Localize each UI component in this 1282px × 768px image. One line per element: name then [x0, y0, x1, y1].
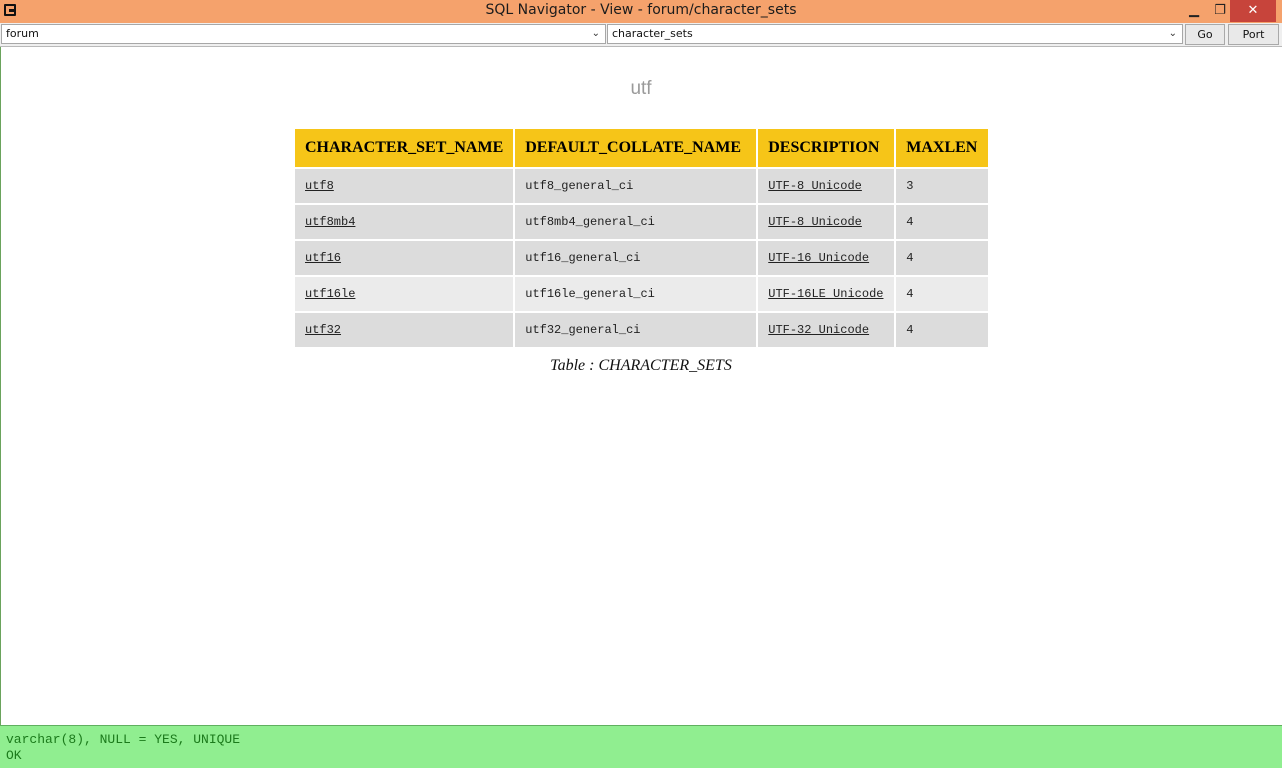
character-set-link[interactable]: utf8mb4 [305, 215, 355, 229]
table-row: utf16 utf16_general_ci UTF-16 Unicode 4 [295, 241, 989, 275]
column-header-character-set-name[interactable]: CHARACTER_SET_NAME [295, 129, 514, 167]
cell-maxlen: 4 [896, 277, 989, 311]
status-column-info: varchar(8), NULL = YES, UNIQUE [6, 732, 241, 747]
table-header-row: CHARACTER_SET_NAME DEFAULT_COLLATE_NAME … [295, 129, 989, 167]
results-table: CHARACTER_SET_NAME DEFAULT_COLLATE_NAME … [293, 127, 990, 349]
character-set-link[interactable]: utf32 [305, 323, 341, 337]
table-row-hovered: utf16le utf16le_general_ci UTF-16LE Unic… [295, 277, 989, 311]
cell-collate: utf16le_general_ci [515, 277, 757, 311]
close-button[interactable]: ✕ [1230, 0, 1276, 22]
table-row: utf32 utf32_general_ci UTF-32 Unicode 4 [295, 313, 989, 347]
cell-name: utf8mb4 [295, 205, 514, 239]
cell-collate: utf8_general_ci [515, 169, 757, 203]
table-row: utf8 utf8_general_ci UTF-8 Unicode 3 [295, 169, 989, 203]
status-panel: varchar(8), NULL = YES, UNIQUE OK [0, 725, 1282, 768]
cell-description: UTF-32 Unicode [758, 313, 895, 347]
cell-name: utf8 [295, 169, 514, 203]
cell-description: UTF-16LE Unicode [758, 277, 895, 311]
character-set-link[interactable]: utf8 [305, 179, 334, 193]
description-link[interactable]: UTF-32 Unicode [768, 323, 869, 337]
cell-maxlen: 4 [896, 313, 989, 347]
search-input[interactable] [541, 76, 741, 102]
cell-collate: utf32_general_ci [515, 313, 757, 347]
database-select[interactable]: forum ⌄ [1, 24, 606, 44]
character-set-link[interactable]: utf16le [305, 287, 355, 301]
table-select-value: character_sets [612, 27, 693, 40]
cell-description: UTF-8 Unicode [758, 205, 895, 239]
cell-description: UTF-8 Unicode [758, 169, 895, 203]
chevron-down-icon: ⌄ [1168, 28, 1177, 39]
column-header-default-collate-name[interactable]: DEFAULT_COLLATE_NAME [515, 129, 757, 167]
description-link[interactable]: UTF-16LE Unicode [768, 287, 883, 301]
go-button[interactable]: Go [1185, 24, 1225, 45]
cell-description: UTF-16 Unicode [758, 241, 895, 275]
cell-maxlen: 4 [896, 241, 989, 275]
cell-collate: utf8mb4_general_ci [515, 205, 757, 239]
status-result: OK [6, 748, 22, 763]
toolbar: forum ⌄ character_sets ⌄ Go Port [0, 23, 1282, 47]
content-border [0, 47, 1, 725]
database-select-value: forum [6, 27, 39, 40]
cell-name: utf16 [295, 241, 514, 275]
port-button[interactable]: Port [1228, 24, 1279, 45]
description-link[interactable]: UTF-8 Unicode [768, 179, 862, 193]
character-set-link[interactable]: utf16 [305, 251, 341, 265]
table-caption: Table : CHARACTER_SETS [550, 357, 732, 374]
cell-maxlen: 4 [896, 205, 989, 239]
chevron-down-icon: ⌄ [591, 28, 600, 39]
table-row: utf8mb4 utf8mb4_general_ci UTF-8 Unicode… [295, 205, 989, 239]
description-link[interactable]: UTF-16 Unicode [768, 251, 869, 265]
cell-maxlen: 3 [896, 169, 989, 203]
title-bar: SQL Navigator - View - forum/character_s… [0, 0, 1282, 24]
cell-name: utf16le [295, 277, 514, 311]
minimize-button[interactable]: ▁ [1180, 0, 1208, 22]
column-header-maxlen[interactable]: MAXLEN [896, 129, 989, 167]
table-select[interactable]: character_sets ⌄ [607, 24, 1183, 44]
window-title: SQL Navigator - View - forum/character_s… [485, 2, 797, 18]
description-link[interactable]: UTF-8 Unicode [768, 215, 862, 229]
cell-collate: utf16_general_ci [515, 241, 757, 275]
column-header-description[interactable]: DESCRIPTION [758, 129, 895, 167]
cell-name: utf32 [295, 313, 514, 347]
